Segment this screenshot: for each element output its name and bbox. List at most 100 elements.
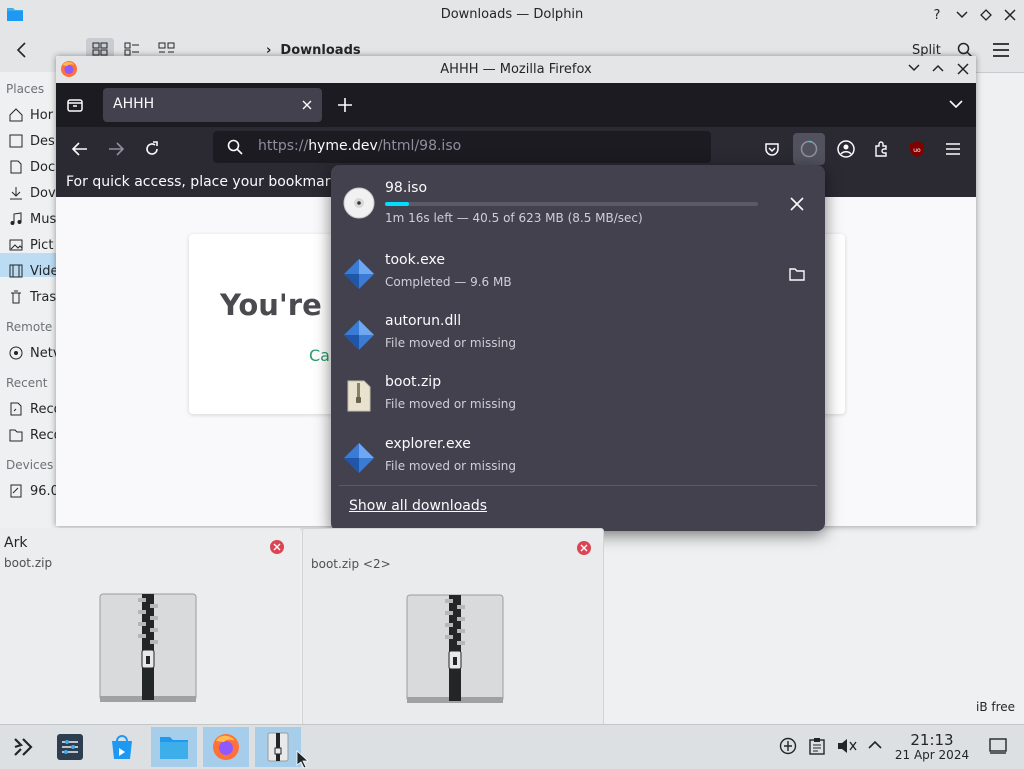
network-icon bbox=[8, 345, 24, 361]
mouse-cursor-icon bbox=[296, 750, 308, 768]
ark-filename: boot.zip bbox=[4, 556, 53, 570]
discover-store-icon[interactable] bbox=[99, 727, 145, 767]
sidebar-item-label: Reco bbox=[30, 427, 56, 443]
sidebar-item-label: Hor bbox=[30, 107, 54, 123]
application-launcher-icon[interactable] bbox=[0, 727, 46, 767]
firefox-window-title: AHHH — Mozilla Firefox bbox=[440, 62, 592, 77]
search-icon bbox=[227, 139, 243, 155]
sidebar-remote-heading: Remote bbox=[6, 320, 53, 334]
minimize-button[interactable] bbox=[908, 64, 920, 72]
sidebar-item-videos[interactable]: Vide bbox=[8, 261, 56, 281]
close-notification-icon[interactable] bbox=[577, 541, 591, 555]
download-item[interactable]: took.exe Completed — 9.6 MB bbox=[331, 244, 825, 306]
hamburger-menu-icon[interactable] bbox=[992, 43, 1010, 57]
download-progress-fill bbox=[385, 202, 409, 206]
downloads-separator bbox=[339, 485, 817, 486]
firefox-view-icon[interactable] bbox=[67, 97, 83, 113]
close-button[interactable] bbox=[957, 63, 969, 75]
download-item[interactable]: autorun.dll File moved or missing bbox=[331, 305, 825, 367]
folder-icon[interactable] bbox=[789, 267, 805, 281]
sidebar-item-label: 96.0 bbox=[30, 483, 56, 499]
sidebar-item-device[interactable]: 96.0 bbox=[8, 481, 56, 501]
system-settings-icon[interactable] bbox=[47, 727, 93, 767]
maximize-button[interactable] bbox=[977, 6, 995, 24]
sidebar-item-downloads[interactable]: Dov bbox=[8, 183, 56, 203]
new-tab-icon[interactable] bbox=[338, 98, 352, 112]
minimize-button[interactable] bbox=[953, 6, 971, 24]
taskbar-firefox[interactable] bbox=[203, 727, 249, 767]
cancel-download-icon[interactable] bbox=[790, 197, 804, 211]
download-item[interactable]: explorer.exe File moved or missing bbox=[331, 428, 825, 490]
download-filename: boot.zip bbox=[385, 374, 442, 390]
documents-icon bbox=[8, 159, 24, 175]
page-heading: You're c bbox=[220, 288, 350, 322]
close-notification-icon[interactable] bbox=[270, 540, 284, 554]
page-link[interactable]: Ca bbox=[309, 346, 330, 365]
zip-archive-icon bbox=[267, 732, 289, 762]
pocket-icon[interactable] bbox=[760, 137, 784, 161]
taskbar-dolphin[interactable] bbox=[151, 727, 197, 767]
clock-time[interactable]: 21:13 bbox=[894, 731, 970, 749]
sidebar-item-desktop[interactable]: Des bbox=[8, 131, 55, 151]
details-view-icon[interactable] bbox=[124, 42, 140, 56]
sidebar-item-label: Des bbox=[30, 133, 55, 149]
tab-ahhh[interactable]: AHHH bbox=[103, 88, 322, 122]
download-status: File moved or missing bbox=[385, 459, 517, 473]
dolphin-window-title: Downloads — Dolphin bbox=[440, 7, 584, 22]
download-filename: explorer.exe bbox=[385, 436, 471, 452]
show-all-downloads-button[interactable]: Show all downloads bbox=[349, 498, 487, 514]
sidebar-item-label: Doc bbox=[30, 159, 56, 175]
sidebar-item-trash[interactable]: Tras bbox=[8, 287, 56, 307]
url-host: hyme.dev bbox=[308, 138, 378, 154]
back-icon[interactable] bbox=[68, 137, 92, 161]
tray-network-icon[interactable] bbox=[779, 737, 797, 755]
zip-archive-icon bbox=[405, 593, 505, 703]
dolphin-sidebar: Places Hor Des Doc Dov Mus Pict Vide Tra… bbox=[0, 72, 56, 524]
close-button[interactable] bbox=[1001, 6, 1019, 24]
reload-icon[interactable] bbox=[140, 137, 164, 161]
sidebar-item-home[interactable]: Hor bbox=[8, 105, 53, 125]
download-filename: 98.iso bbox=[385, 180, 428, 196]
downloads-button[interactable] bbox=[793, 133, 825, 165]
sidebar-item-recent-locations[interactable]: Reco bbox=[8, 425, 56, 445]
tray-volume-muted-icon[interactable] bbox=[837, 737, 857, 755]
sidebar-item-documents[interactable]: Doc bbox=[8, 157, 55, 177]
download-item-active[interactable]: 98.iso 1m 16s left — 40.5 of 623 MB (8.5… bbox=[331, 173, 825, 235]
back-icon[interactable] bbox=[14, 41, 30, 59]
svg-text:uo: uo bbox=[913, 147, 921, 154]
tray-expand-icon[interactable] bbox=[868, 740, 882, 749]
help-icon[interactable]: ? bbox=[928, 6, 946, 24]
taskbar-ark[interactable] bbox=[255, 727, 301, 767]
drive-icon bbox=[8, 483, 24, 499]
maximize-button[interactable] bbox=[932, 64, 944, 72]
download-filename: autorun.dll bbox=[385, 313, 462, 329]
close-tab-icon[interactable] bbox=[302, 100, 312, 110]
extensions-icon[interactable] bbox=[869, 137, 893, 161]
sidebar-devices-heading: Devices bbox=[6, 458, 54, 472]
download-item[interactable]: boot.zip File moved or missing bbox=[331, 366, 825, 428]
tray-clipboard-icon[interactable] bbox=[809, 737, 825, 755]
firefox-logo-icon bbox=[213, 734, 239, 760]
taskbar: 21:13 21 Apr 2024 bbox=[0, 724, 1024, 769]
ublock-origin-icon[interactable]: uo bbox=[905, 137, 929, 161]
sidebar-item-recent-files[interactable]: Reco bbox=[8, 399, 56, 419]
download-progress-bar bbox=[385, 202, 758, 206]
compact-view-icon[interactable] bbox=[158, 42, 176, 56]
download-status: 1m 16s left — 40.5 of 623 MB (8.5 MB/sec… bbox=[385, 211, 643, 225]
sidebar-item-music[interactable]: Mus bbox=[8, 209, 56, 229]
exe-icon bbox=[343, 442, 375, 474]
url-bar[interactable]: https://hyme.dev/html/98.iso bbox=[213, 131, 711, 163]
recent-files-icon bbox=[8, 401, 24, 417]
bookmarks-hint: For quick access, place your bookmarks bbox=[66, 174, 346, 190]
show-desktop-icon[interactable] bbox=[989, 738, 1007, 754]
clock-date[interactable]: 21 Apr 2024 bbox=[884, 748, 980, 762]
home-icon bbox=[8, 107, 24, 123]
account-icon[interactable] bbox=[834, 137, 858, 161]
disc-icon bbox=[343, 187, 375, 219]
forward-icon[interactable] bbox=[104, 137, 128, 161]
list-all-tabs-icon[interactable] bbox=[949, 100, 963, 109]
sidebar-item-network[interactable]: Netv bbox=[8, 343, 56, 363]
sidebar-item-pictures[interactable]: Pict bbox=[8, 235, 53, 255]
pictures-icon bbox=[8, 237, 24, 253]
app-menu-icon[interactable] bbox=[941, 137, 965, 161]
